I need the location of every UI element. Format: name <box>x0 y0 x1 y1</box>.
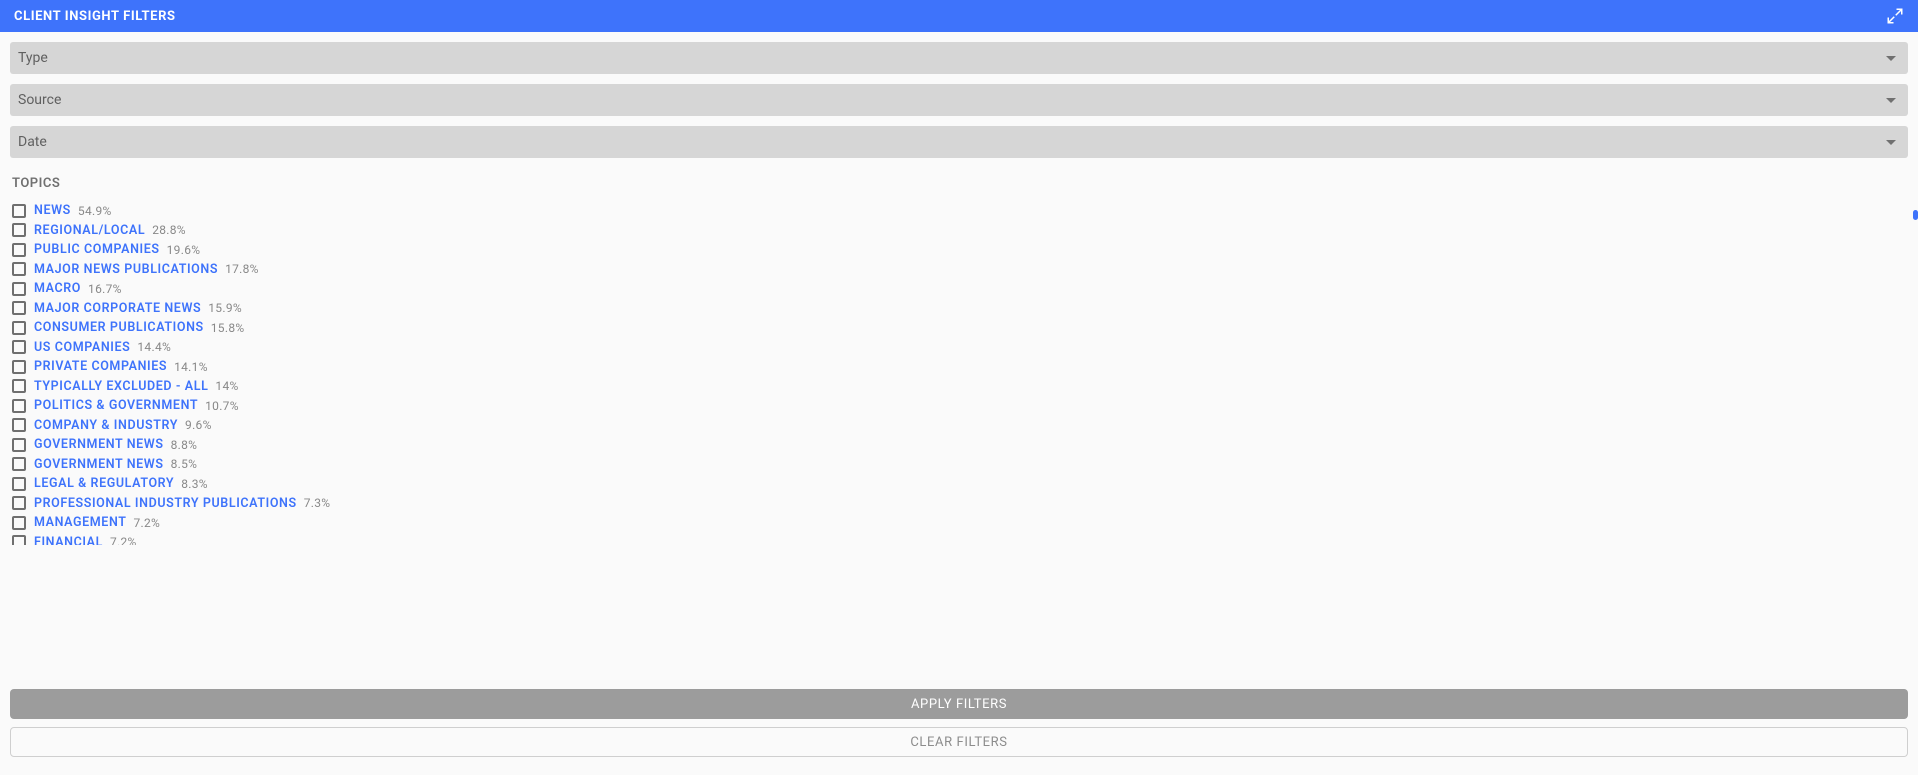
topic-checkbox[interactable] <box>12 379 26 393</box>
topic-row: PUBLIC COMPANIES 19.6% <box>10 240 1902 260</box>
topic-percentage: 28.8% <box>152 223 186 237</box>
topic-checkbox[interactable] <box>12 262 26 276</box>
clear-filters-button[interactable]: CLEAR FILTERS <box>10 727 1908 757</box>
topic-label[interactable]: TYPICALLY EXCLUDED - ALL <box>34 379 208 394</box>
topic-percentage: 8.8% <box>171 438 198 452</box>
topic-row: REGIONAL/LOCAL 28.8% <box>10 221 1902 241</box>
topic-percentage: 9.6% <box>185 418 212 432</box>
topic-percentage: 7.2% <box>134 516 161 530</box>
topic-percentage: 8.5% <box>171 457 198 471</box>
topic-label[interactable]: FINANCIAL <box>34 535 103 545</box>
topic-row: FINANCIAL 7.2% <box>10 533 1902 546</box>
topic-label[interactable]: COMPANY & INDUSTRY <box>34 418 178 433</box>
topic-row: PRIVATE COMPANIES 14.1% <box>10 357 1902 377</box>
topic-checkbox[interactable] <box>12 496 26 510</box>
topic-checkbox[interactable] <box>12 223 26 237</box>
apply-filters-label: APPLY FILTERS <box>911 697 1007 712</box>
topic-row: MACRO 16.7% <box>10 279 1902 299</box>
panel-title: CLIENT INSIGHT FILTERS <box>14 9 176 24</box>
topic-label[interactable]: GOVERNMENT NEWS <box>34 437 164 452</box>
topic-label[interactable]: MANAGEMENT <box>34 515 127 530</box>
topic-checkbox[interactable] <box>12 340 26 354</box>
clear-filters-label: CLEAR FILTERS <box>910 735 1007 750</box>
topic-label[interactable]: PROFESSIONAL INDUSTRY PUBLICATIONS <box>34 496 297 511</box>
topic-percentage: 54.9% <box>78 204 112 218</box>
topic-label[interactable]: MACRO <box>34 281 81 296</box>
topic-checkbox[interactable] <box>12 301 26 315</box>
topic-row: CONSUMER PUBLICATIONS 15.8% <box>10 318 1902 338</box>
topic-label[interactable]: PRIVATE COMPANIES <box>34 359 167 374</box>
topic-label[interactable]: REGIONAL/LOCAL <box>34 223 145 238</box>
topic-checkbox[interactable] <box>12 399 26 413</box>
topic-label[interactable]: PUBLIC COMPANIES <box>34 242 160 257</box>
topic-checkbox[interactable] <box>12 418 26 432</box>
topic-percentage: 7.3% <box>304 496 331 510</box>
topic-percentage: 19.6% <box>167 243 201 257</box>
topic-label[interactable]: POLITICS & GOVERNMENT <box>34 398 198 413</box>
source-dropdown-label: Source <box>18 92 61 108</box>
topic-row: PROFESSIONAL INDUSTRY PUBLICATIONS 7.3% <box>10 494 1902 514</box>
topic-percentage: 15.8% <box>211 321 245 335</box>
topic-percentage: 7.2% <box>110 535 137 545</box>
topic-row: GOVERNMENT NEWS 8.8% <box>10 435 1902 455</box>
topic-checkbox[interactable] <box>12 282 26 296</box>
topic-percentage: 10.7% <box>205 399 239 413</box>
chevron-down-icon <box>1886 140 1896 145</box>
topic-checkbox[interactable] <box>12 457 26 471</box>
topic-row: MAJOR NEWS PUBLICATIONS 17.8% <box>10 260 1902 280</box>
apply-filters-button[interactable]: APPLY FILTERS <box>10 689 1908 719</box>
topic-label[interactable]: CONSUMER PUBLICATIONS <box>34 320 204 335</box>
date-dropdown[interactable]: Date <box>10 126 1908 158</box>
topic-checkbox[interactable] <box>12 535 26 545</box>
topic-row: GOVERNMENT NEWS 8.5% <box>10 455 1902 475</box>
topics-section-label: TOPICS <box>12 176 1908 191</box>
footer-actions: APPLY FILTERS CLEAR FILTERS <box>10 689 1908 765</box>
topic-label[interactable]: LEGAL & REGULATORY <box>34 476 174 491</box>
topic-checkbox[interactable] <box>12 477 26 491</box>
topic-checkbox[interactable] <box>12 321 26 335</box>
topic-row: TYPICALLY EXCLUDED - ALL 14% <box>10 377 1902 397</box>
topic-label[interactable]: GOVERNMENT NEWS <box>34 457 164 472</box>
type-dropdown-label: Type <box>18 50 48 66</box>
topic-percentage: 14.1% <box>174 360 208 374</box>
topic-percentage: 14.4% <box>137 340 171 354</box>
topic-percentage: 15.9% <box>208 301 242 315</box>
topic-row: COMPANY & INDUSTRY 9.6% <box>10 416 1902 436</box>
topic-percentage: 17.8% <box>225 262 259 276</box>
topic-row: MANAGEMENT 7.2% <box>10 513 1902 533</box>
date-dropdown-label: Date <box>18 134 47 150</box>
topic-percentage: 16.7% <box>88 282 122 296</box>
topics-list[interactable]: NEWS 54.9% REGIONAL/LOCAL 28.8% PUBLIC COMPA… <box>10 201 1908 545</box>
chevron-down-icon <box>1886 56 1896 61</box>
topic-checkbox[interactable] <box>12 360 26 374</box>
topic-row: MAJOR CORPORATE NEWS 15.9% <box>10 299 1902 319</box>
topic-row: NEWS 54.9% <box>10 201 1902 221</box>
filters-content: Type Source Date TOPICS NEWS 54.9% REGIONA… <box>0 32 1918 545</box>
topic-percentage: 8.3% <box>181 477 208 491</box>
type-dropdown[interactable]: Type <box>10 42 1908 74</box>
topic-row: US COMPANIES 14.4% <box>10 338 1902 358</box>
topic-label[interactable]: NEWS <box>34 203 71 218</box>
topic-label[interactable]: MAJOR NEWS PUBLICATIONS <box>34 262 218 277</box>
topic-row: LEGAL & REGULATORY 8.3% <box>10 474 1902 494</box>
topic-row: POLITICS & GOVERNMENT 10.7% <box>10 396 1902 416</box>
scrollbar-thumb[interactable] <box>1913 210 1918 220</box>
panel-header: CLIENT INSIGHT FILTERS <box>0 0 1918 32</box>
topic-checkbox[interactable] <box>12 516 26 530</box>
chevron-down-icon <box>1886 98 1896 103</box>
topic-label[interactable]: MAJOR CORPORATE NEWS <box>34 301 201 316</box>
topic-checkbox[interactable] <box>12 243 26 257</box>
topic-checkbox[interactable] <box>12 204 26 218</box>
topic-percentage: 14% <box>215 379 238 393</box>
topic-label[interactable]: US COMPANIES <box>34 340 130 355</box>
source-dropdown[interactable]: Source <box>10 84 1908 116</box>
topic-checkbox[interactable] <box>12 438 26 452</box>
expand-icon[interactable] <box>1886 7 1904 25</box>
